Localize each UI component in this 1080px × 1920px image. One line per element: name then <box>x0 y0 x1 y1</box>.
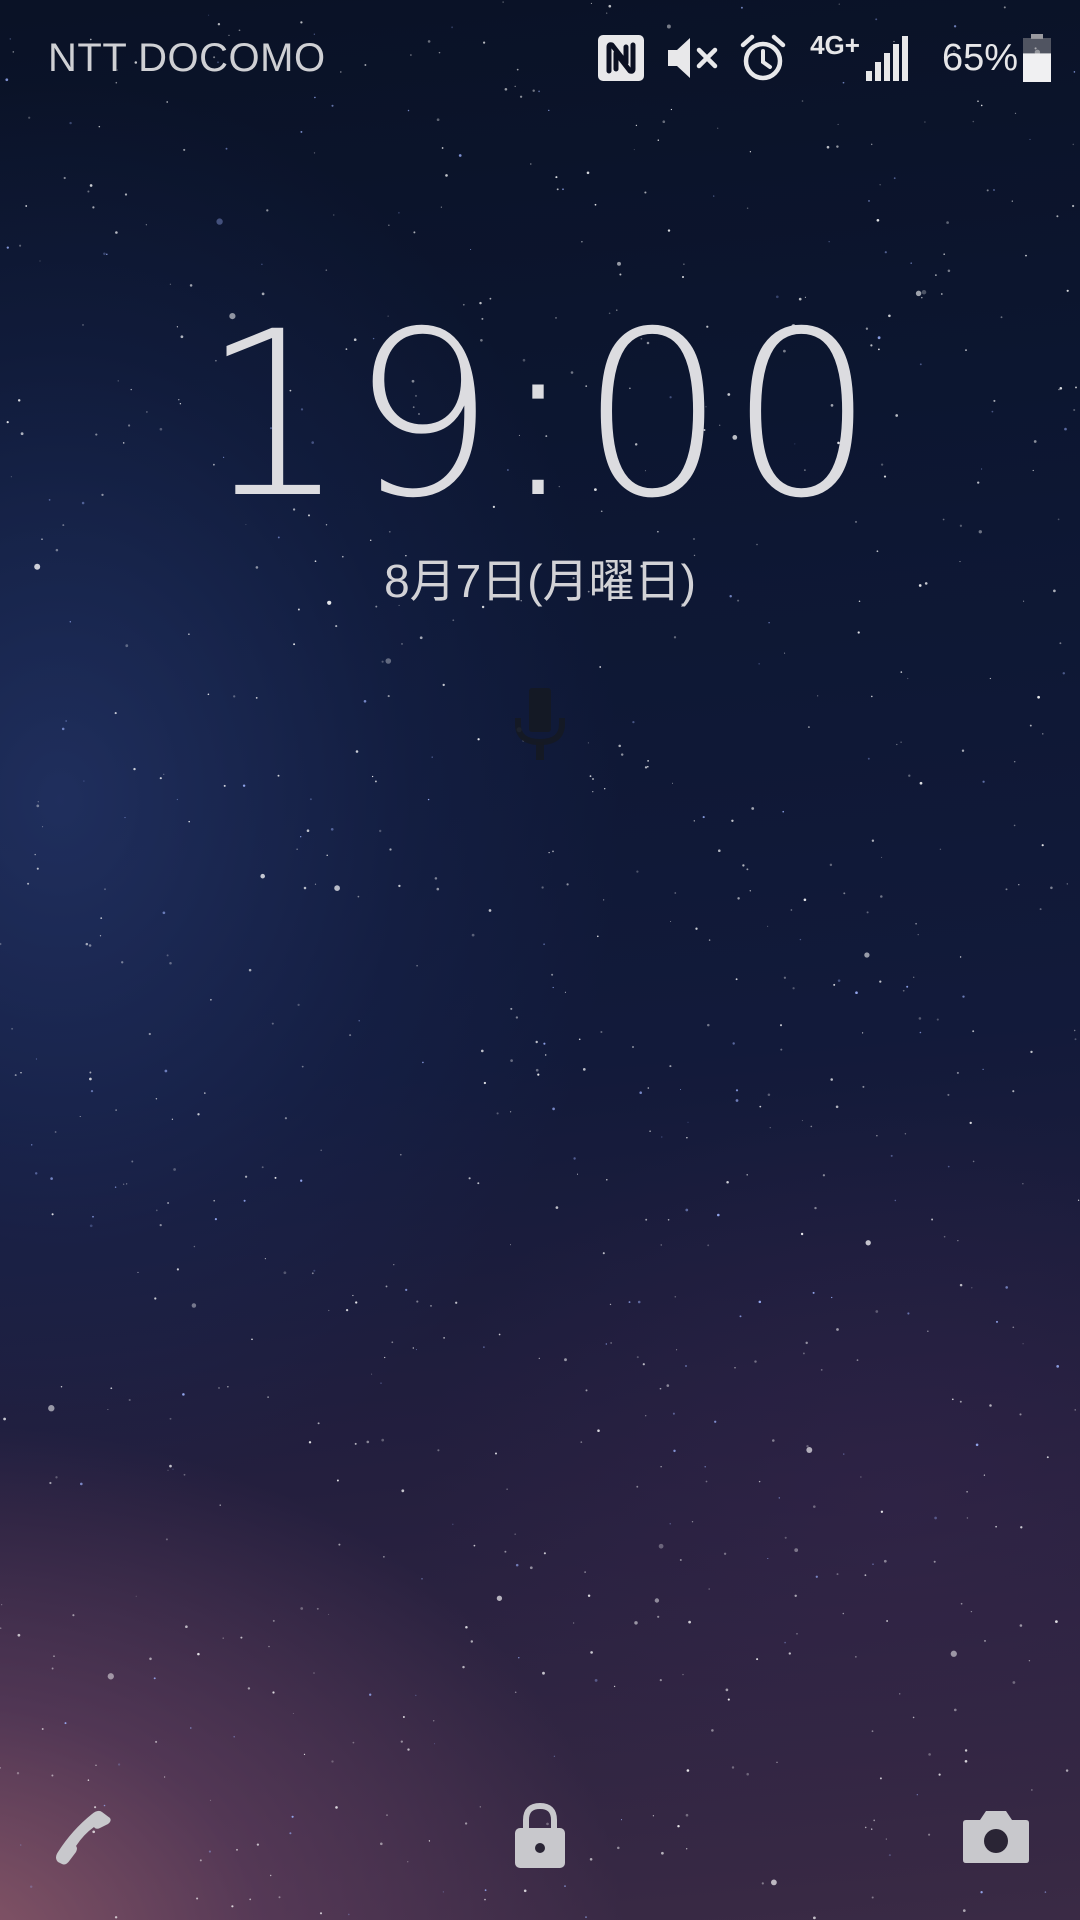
alarm-icon <box>740 34 786 81</box>
status-icons: 4G+ 65% <box>596 30 1052 86</box>
camera-icon[interactable] <box>962 1808 1030 1864</box>
carrier-name: NTT DOCOMO <box>48 36 326 80</box>
status-bar: NTT DOCOMO 4G+ 65% <box>0 0 1080 120</box>
lock-date: 8月7日(月曜日) <box>384 555 696 607</box>
lock-clock: 19:00 <box>201 282 879 548</box>
network-type-label: 4G+ <box>810 30 860 60</box>
mic-icon[interactable] <box>514 688 566 764</box>
phone-icon[interactable] <box>50 1800 122 1872</box>
lock-screen[interactable]: NTT DOCOMO 4G+ 65% 19:00 8月7日(月曜日) <box>0 0 1080 1920</box>
nfc-icon <box>598 35 645 81</box>
lock-icon[interactable] <box>512 1800 568 1870</box>
battery-percent: 65% <box>941 36 1018 79</box>
battery-icon <box>1023 34 1051 82</box>
mute-icon <box>668 38 718 78</box>
signal-icon <box>865 36 908 81</box>
